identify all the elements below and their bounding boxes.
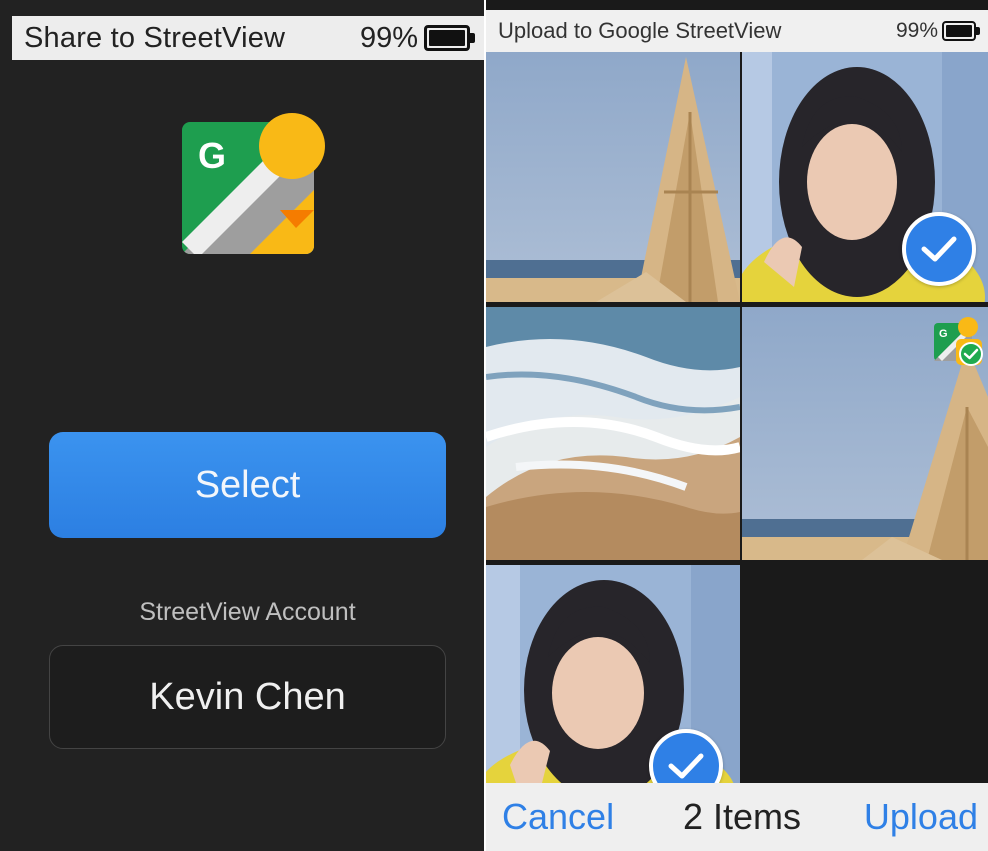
battery-percent: 99% xyxy=(359,21,418,54)
streetview-uploaded-icon: G xyxy=(932,315,986,369)
upload-button[interactable]: Upload xyxy=(848,796,978,838)
svg-text:G: G xyxy=(939,328,948,340)
photo-tile[interactable] xyxy=(486,52,740,302)
screen-title: Upload to Google StreetView xyxy=(498,18,782,43)
svg-text:G: G xyxy=(198,135,226,176)
account-selector[interactable]: Kevin Chen xyxy=(49,645,446,749)
photo-tile[interactable] xyxy=(486,565,740,783)
share-screen: Share to StreetView 99% G Select StreetV… xyxy=(0,0,484,851)
selected-count: 2 Items xyxy=(682,796,802,837)
select-button[interactable]: Select xyxy=(49,432,446,538)
status-bar: Share to StreetView 99% xyxy=(12,16,484,60)
waves-photo xyxy=(486,307,740,560)
account-label: StreetView Account xyxy=(139,598,356,626)
bottom-toolbar: Cancel 2 Items Upload xyxy=(486,783,988,851)
photo-tile[interactable] xyxy=(486,307,740,560)
status-bar: Upload to Google StreetView 99% xyxy=(486,10,988,52)
battery-status: 99% xyxy=(359,21,475,55)
screen-title: Share to StreetView xyxy=(24,21,286,54)
empty-slot xyxy=(742,565,988,783)
checkmark-icon[interactable] xyxy=(902,212,976,286)
battery-icon xyxy=(424,25,475,51)
photo-tile[interactable]: G xyxy=(742,307,988,560)
photo-tile[interactable] xyxy=(742,52,988,302)
google-streetview-icon: G xyxy=(180,110,330,260)
seaside-structure-photo xyxy=(486,52,740,302)
battery-icon xyxy=(942,21,980,41)
photo-grid: G xyxy=(486,52,988,783)
upload-screen: Upload to Google StreetView 99% G Cancel… xyxy=(486,0,988,851)
battery-status: 99% xyxy=(895,19,980,43)
battery-percent: 99% xyxy=(895,19,938,42)
